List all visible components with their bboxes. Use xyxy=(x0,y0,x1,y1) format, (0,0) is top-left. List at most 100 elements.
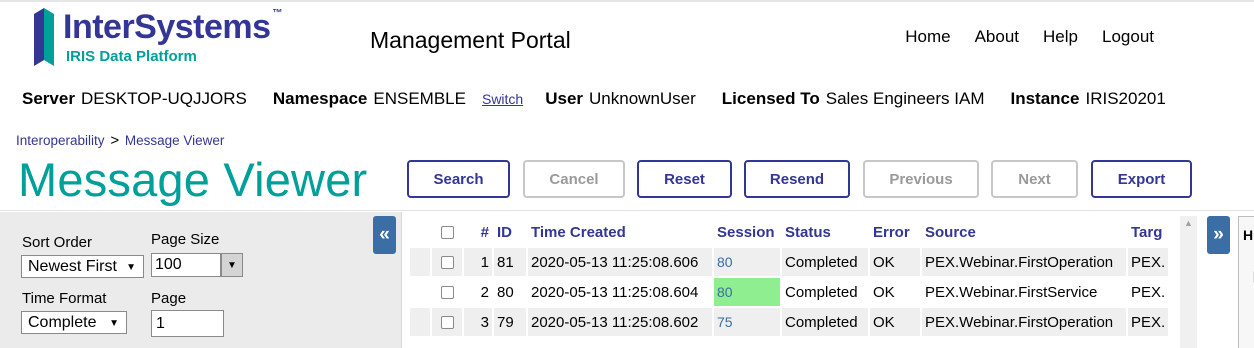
row-session-link[interactable]: 80 xyxy=(717,254,733,270)
sort-order-value: Newest First xyxy=(28,257,117,275)
row-id: 79 xyxy=(494,308,526,336)
details-panel-heading: H xyxy=(1243,227,1254,243)
info-bar: Server DESKTOP-UQJJORS Namespace ENSEMBL… xyxy=(22,89,1192,109)
details-panel: H [ xyxy=(1238,216,1254,348)
row-id: 81 xyxy=(494,248,526,276)
user-value: UnknownUser xyxy=(589,89,696,108)
row-time-created: 2020-05-13 11:25:08.602 xyxy=(528,308,712,336)
row-lead-cell xyxy=(410,308,430,336)
intersystems-logo-icon xyxy=(34,8,54,66)
nav-home-link[interactable]: Home xyxy=(905,27,950,47)
row-status: Completed xyxy=(782,308,868,336)
col-header-id[interactable]: ID xyxy=(494,218,526,246)
namespace-value: ENSEMBLE xyxy=(373,89,466,108)
breadcrumb: Interoperability > Message Viewer xyxy=(16,132,224,149)
double-chevron-left-icon: « xyxy=(379,224,390,245)
row-error: OK xyxy=(870,308,920,336)
page-size-label: Page Size xyxy=(151,231,220,248)
sort-order-select[interactable]: Newest First ▼ xyxy=(21,255,144,278)
row-checkbox[interactable] xyxy=(440,316,454,330)
header-divider xyxy=(0,210,1254,211)
message-table: # ID Time Created Session Status Error S… xyxy=(408,216,1170,338)
row-time-created: 2020-05-13 11:25:08.606 xyxy=(528,248,712,276)
row-session-cell: 75 xyxy=(714,308,780,336)
top-nav: Home About Help Logout xyxy=(905,27,1154,47)
row-error: OK xyxy=(870,278,920,306)
page-size-dropdown-button[interactable]: ▼ xyxy=(221,253,243,277)
row-id: 80 xyxy=(494,278,526,306)
scroll-up-arrow-icon[interactable]: ▲ xyxy=(1184,218,1193,228)
collapse-panel-button[interactable]: « xyxy=(373,216,396,254)
message-table-container: # ID Time Created Session Status Error S… xyxy=(407,216,1197,348)
nav-logout-link[interactable]: Logout xyxy=(1102,27,1154,47)
time-format-label: Time Format xyxy=(22,290,107,307)
col-header-status[interactable]: Status xyxy=(782,218,868,246)
table-scrollbar[interactable]: ▲ xyxy=(1180,216,1197,348)
time-format-select[interactable]: Complete ▼ xyxy=(21,311,127,334)
previous-button[interactable]: Previous xyxy=(863,160,979,198)
breadcrumb-interoperability-link[interactable]: Interoperability xyxy=(16,133,105,148)
table-row[interactable]: 2 80 2020-05-13 11:25:08.604 80 Complete… xyxy=(410,278,1169,306)
page-input[interactable]: 1 xyxy=(151,310,224,337)
chevron-down-icon: ▼ xyxy=(126,262,136,273)
row-session-link[interactable]: 75 xyxy=(717,314,733,330)
row-select-cell xyxy=(432,308,462,336)
row-lead-cell xyxy=(410,248,430,276)
double-chevron-right-icon: » xyxy=(1213,224,1224,245)
licensed-to-value: Sales Engineers IAM xyxy=(825,89,985,108)
cancel-button[interactable]: Cancel xyxy=(523,160,625,198)
top-border xyxy=(0,0,1254,2)
licensed-to-label: Licensed To xyxy=(721,89,820,108)
row-source: PEX.Webinar.FirstOperation xyxy=(922,248,1126,276)
chevron-down-icon: ▼ xyxy=(109,318,119,329)
table-header-row: # ID Time Created Session Status Error S… xyxy=(410,218,1168,246)
row-number: 2 xyxy=(464,278,492,306)
switch-namespace-link[interactable]: Switch xyxy=(482,91,523,107)
row-source: PEX.Webinar.FirstOperation xyxy=(922,308,1126,336)
expand-details-button[interactable]: » xyxy=(1207,216,1230,254)
chevron-down-icon: ▼ xyxy=(227,259,237,271)
server-value: DESKTOP-UQJJORS xyxy=(80,89,247,108)
col-header-session[interactable]: Session xyxy=(714,218,780,246)
page-title: Message Viewer xyxy=(18,153,368,206)
row-status: Completed xyxy=(782,248,868,276)
namespace-label: Namespace xyxy=(272,89,368,108)
table-row[interactable]: 1 81 2020-05-13 11:25:08.606 80 Complete… xyxy=(410,248,1169,276)
nav-about-link[interactable]: About xyxy=(975,27,1019,47)
row-select-cell xyxy=(432,248,462,276)
row-checkbox[interactable] xyxy=(440,286,454,300)
row-lead-cell xyxy=(410,278,430,306)
intersystems-logo[interactable]: InterSystems ™ IRIS Data Platform xyxy=(30,6,330,68)
row-session-cell-highlighted: 80 xyxy=(714,278,780,306)
col-header-num[interactable]: # xyxy=(464,218,492,246)
page-label: Page xyxy=(151,290,187,307)
table-row[interactable]: 3 79 2020-05-13 11:25:08.602 75 Complete… xyxy=(410,308,1169,336)
row-target: PEX. xyxy=(1128,248,1169,276)
next-button[interactable]: Next xyxy=(991,160,1078,198)
breadcrumb-current[interactable]: Message Viewer xyxy=(125,133,225,148)
time-format-value: Complete xyxy=(28,313,97,331)
user-label: User xyxy=(545,89,584,108)
nav-help-link[interactable]: Help xyxy=(1043,27,1078,47)
row-session-link[interactable]: 80 xyxy=(717,284,733,300)
row-source: PEX.Webinar.FirstService xyxy=(922,278,1126,306)
col-header-target[interactable]: Targ xyxy=(1128,218,1168,246)
select-all-checkbox[interactable] xyxy=(440,226,454,240)
row-error: OK xyxy=(870,248,920,276)
export-button[interactable]: Export xyxy=(1091,160,1192,198)
row-select-cell xyxy=(432,278,462,306)
row-target: PEX. xyxy=(1128,308,1169,336)
col-header-source[interactable]: Source xyxy=(922,218,1126,246)
breadcrumb-separator: > xyxy=(110,132,120,149)
row-target: PEX. xyxy=(1128,278,1169,306)
search-button[interactable]: Search xyxy=(407,160,510,198)
col-header-time-created[interactable]: Time Created xyxy=(528,218,712,246)
reset-button[interactable]: Reset xyxy=(637,160,732,198)
row-number: 3 xyxy=(464,308,492,336)
resend-button[interactable]: Resend xyxy=(744,160,850,198)
col-header-error[interactable]: Error xyxy=(870,218,920,246)
row-checkbox[interactable] xyxy=(440,256,454,270)
row-session-cell: 80 xyxy=(714,248,780,276)
page-size-input[interactable]: 100 xyxy=(151,253,221,277)
row-status: Completed xyxy=(782,278,868,306)
